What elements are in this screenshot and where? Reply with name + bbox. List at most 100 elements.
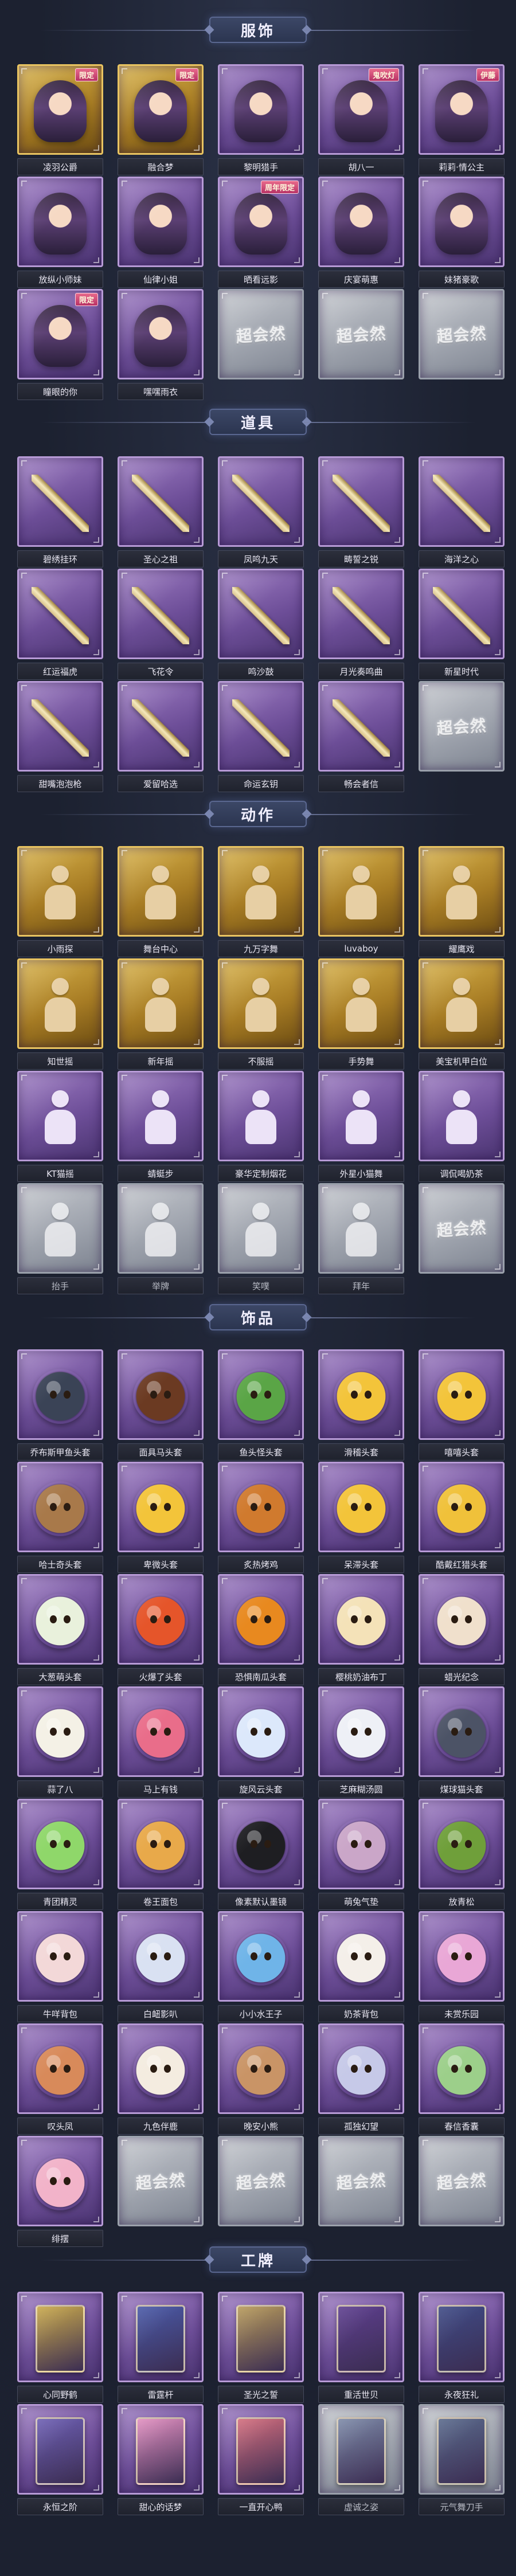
actions-item[interactable]: 九万字舞: [218, 846, 304, 958]
accessories-item[interactable]: 奶茶背包: [318, 1911, 404, 2023]
costumes-item[interactable]: 放纵小师妹: [17, 177, 103, 289]
cards-item[interactable]: 圣光之誓: [218, 2292, 304, 2404]
accessories-item[interactable]: 面具马头套: [118, 1349, 204, 1462]
costumes-item[interactable]: 限定 融合梦: [118, 64, 204, 177]
accessories-item[interactable]: 卷王面包: [118, 1799, 204, 1911]
actions-item[interactable]: 新年摇: [118, 958, 204, 1071]
actions-item[interactable]: 调侃喝奶茶: [419, 1071, 505, 1183]
accessories-item[interactable]: 孤独幻望: [318, 2023, 404, 2136]
props-item[interactable]: 超会然: [419, 681, 505, 793]
props-item[interactable]: 甜嘴泡泡枪: [17, 681, 103, 793]
accessories-item[interactable]: 大葱萌头套: [17, 1574, 103, 1686]
props-item[interactable]: 新星时代: [419, 569, 505, 681]
actions-item[interactable]: 拜年: [318, 1183, 404, 1295]
accessories-item[interactable]: 青团精灵: [17, 1799, 103, 1911]
cards-item[interactable]: 虚诚之姿: [318, 2404, 404, 2516]
accessories-item[interactable]: 牛咩背包: [17, 1911, 103, 2023]
props-item[interactable]: 海洋之心: [419, 456, 505, 569]
actions-item[interactable]: 耀鹰戏: [419, 846, 505, 958]
actions-item[interactable]: 超会然: [419, 1183, 505, 1295]
actions-item[interactable]: luvaboy: [318, 846, 404, 958]
accessories-item[interactable]: 马上有钱: [118, 1686, 204, 1799]
costumes-item[interactable]: 鬼吹灯 胡八一: [318, 64, 404, 177]
accessories-item[interactable]: 小小水王子: [218, 1911, 304, 2023]
cards-item[interactable]: 永夜狂礼: [419, 2292, 505, 2404]
costumes-item[interactable]: 仙律小姐: [118, 177, 204, 289]
accessories-item[interactable]: 哈士奇头套: [17, 1462, 103, 1574]
props-item[interactable]: 红运福虎: [17, 569, 103, 681]
accessories-item[interactable]: 超会然: [419, 2136, 505, 2248]
accessories-item[interactable]: 火爆了头套: [118, 1574, 204, 1686]
accessories-item[interactable]: 恐惧南瓜头套: [218, 1574, 304, 1686]
costumes-item[interactable]: 妹猪豪歌: [419, 177, 505, 289]
actions-item[interactable]: KT猫摇: [17, 1071, 103, 1183]
props-item[interactable]: 碧绣挂环: [17, 456, 103, 569]
costumes-item[interactable]: 周年限定 晒看远影: [218, 177, 304, 289]
actions-item[interactable]: 不服摇: [218, 958, 304, 1071]
accessories-item[interactable]: 煤球猫头套: [419, 1686, 505, 1799]
accessories-item[interactable]: 卑微头套: [118, 1462, 204, 1574]
accessories-item[interactable]: 嘻嘻头套: [419, 1349, 505, 1462]
accessories-item[interactable]: 乔布斯甲鱼头套: [17, 1349, 103, 1462]
actions-item[interactable]: 举牌: [118, 1183, 204, 1295]
actions-item[interactable]: 笑噗: [218, 1183, 304, 1295]
cards-item[interactable]: 甜心的话梦: [118, 2404, 204, 2516]
costumes-item[interactable]: 限定 凌羽公爵: [17, 64, 103, 177]
actions-item[interactable]: 知世摇: [17, 958, 103, 1071]
accessories-item[interactable]: 晚安小熊: [218, 2023, 304, 2136]
accessories-item[interactable]: 酷戴红猎头套: [419, 1462, 505, 1574]
actions-item[interactable]: 手势舞: [318, 958, 404, 1071]
accessories-item[interactable]: 超会然: [118, 2136, 204, 2248]
props-item[interactable]: 飞花令: [118, 569, 204, 681]
actions-item[interactable]: 舞台中心: [118, 846, 204, 958]
cards-item[interactable]: 一直开心鸭: [218, 2404, 304, 2516]
props-item[interactable]: 月光奏鸣曲: [318, 569, 404, 681]
props-item[interactable]: 凤鸣九天: [218, 456, 304, 569]
props-item[interactable]: 圣心之祖: [118, 456, 204, 569]
props-item[interactable]: 鸣沙鼓: [218, 569, 304, 681]
actions-item[interactable]: 蜻蜓步: [118, 1071, 204, 1183]
accessories-item[interactable]: 樱桃奶油布丁: [318, 1574, 404, 1686]
accessories-item[interactable]: 超会然: [218, 2136, 304, 2248]
props-item[interactable]: 畅会者信: [318, 681, 404, 793]
accessories-item[interactable]: 滑稽头套: [318, 1349, 404, 1462]
accessories-item[interactable]: 蜡光纪念: [419, 1574, 505, 1686]
accessories-item[interactable]: 旋风云头套: [218, 1686, 304, 1799]
costumes-item[interactable]: 黎明猎手: [218, 64, 304, 177]
costumes-item[interactable]: 庆宴萌惠: [318, 177, 404, 289]
costumes-item[interactable]: 伊藤 莉莉·情公主: [419, 64, 505, 177]
accessories-item[interactable]: 春信香囊: [419, 2023, 505, 2136]
accessories-item[interactable]: 蒜了八: [17, 1686, 103, 1799]
costumes-item[interactable]: 嘿嘿雨衣: [118, 289, 204, 401]
cards-item[interactable]: 心同野鹤: [17, 2292, 103, 2404]
actions-item[interactable]: 抬手: [17, 1183, 103, 1295]
accessories-item[interactable]: 炙热烤鸡: [218, 1462, 304, 1574]
actions-item[interactable]: 美宝机甲白位: [419, 958, 505, 1071]
costumes-item[interactable]: 超会然: [218, 289, 304, 401]
accessories-item[interactable]: 九色伴鹿: [118, 2023, 204, 2136]
accessories-item[interactable]: 放青松: [419, 1799, 505, 1911]
cards-item[interactable]: 元气舞刀手: [419, 2404, 505, 2516]
cards-item[interactable]: 永恒之阶: [17, 2404, 103, 2516]
accessories-item[interactable]: 芝麻糊汤圆: [318, 1686, 404, 1799]
accessories-item[interactable]: 绯摆: [17, 2136, 103, 2248]
accessories-item[interactable]: 呆滞头套: [318, 1462, 404, 1574]
props-item[interactable]: 命运玄钥: [218, 681, 304, 793]
accessories-item[interactable]: 叹头凤: [17, 2023, 103, 2136]
props-item[interactable]: 爱留哈选: [118, 681, 204, 793]
accessories-item[interactable]: 超会然: [318, 2136, 404, 2248]
accessories-item[interactable]: 白衄影叭: [118, 1911, 204, 2023]
costumes-item[interactable]: 限定 瞳眼的你: [17, 289, 103, 401]
accessories-item[interactable]: 鱼头怪头套: [218, 1349, 304, 1462]
props-item[interactable]: 畴誓之锐: [318, 456, 404, 569]
costumes-item[interactable]: 超会然: [318, 289, 404, 401]
accessories-item[interactable]: 像素默认墨镜: [218, 1799, 304, 1911]
accessories-item[interactable]: 未赏乐园: [419, 1911, 505, 2023]
cards-item[interactable]: 重活世贝: [318, 2292, 404, 2404]
actions-item[interactable]: 外星小猫舞: [318, 1071, 404, 1183]
cards-item[interactable]: 雷霆杆: [118, 2292, 204, 2404]
costumes-item[interactable]: 超会然: [419, 289, 505, 401]
actions-item[interactable]: 小雨探: [17, 846, 103, 958]
accessories-item[interactable]: 萌兔气垫: [318, 1799, 404, 1911]
actions-item[interactable]: 豪华定制烟花: [218, 1071, 304, 1183]
